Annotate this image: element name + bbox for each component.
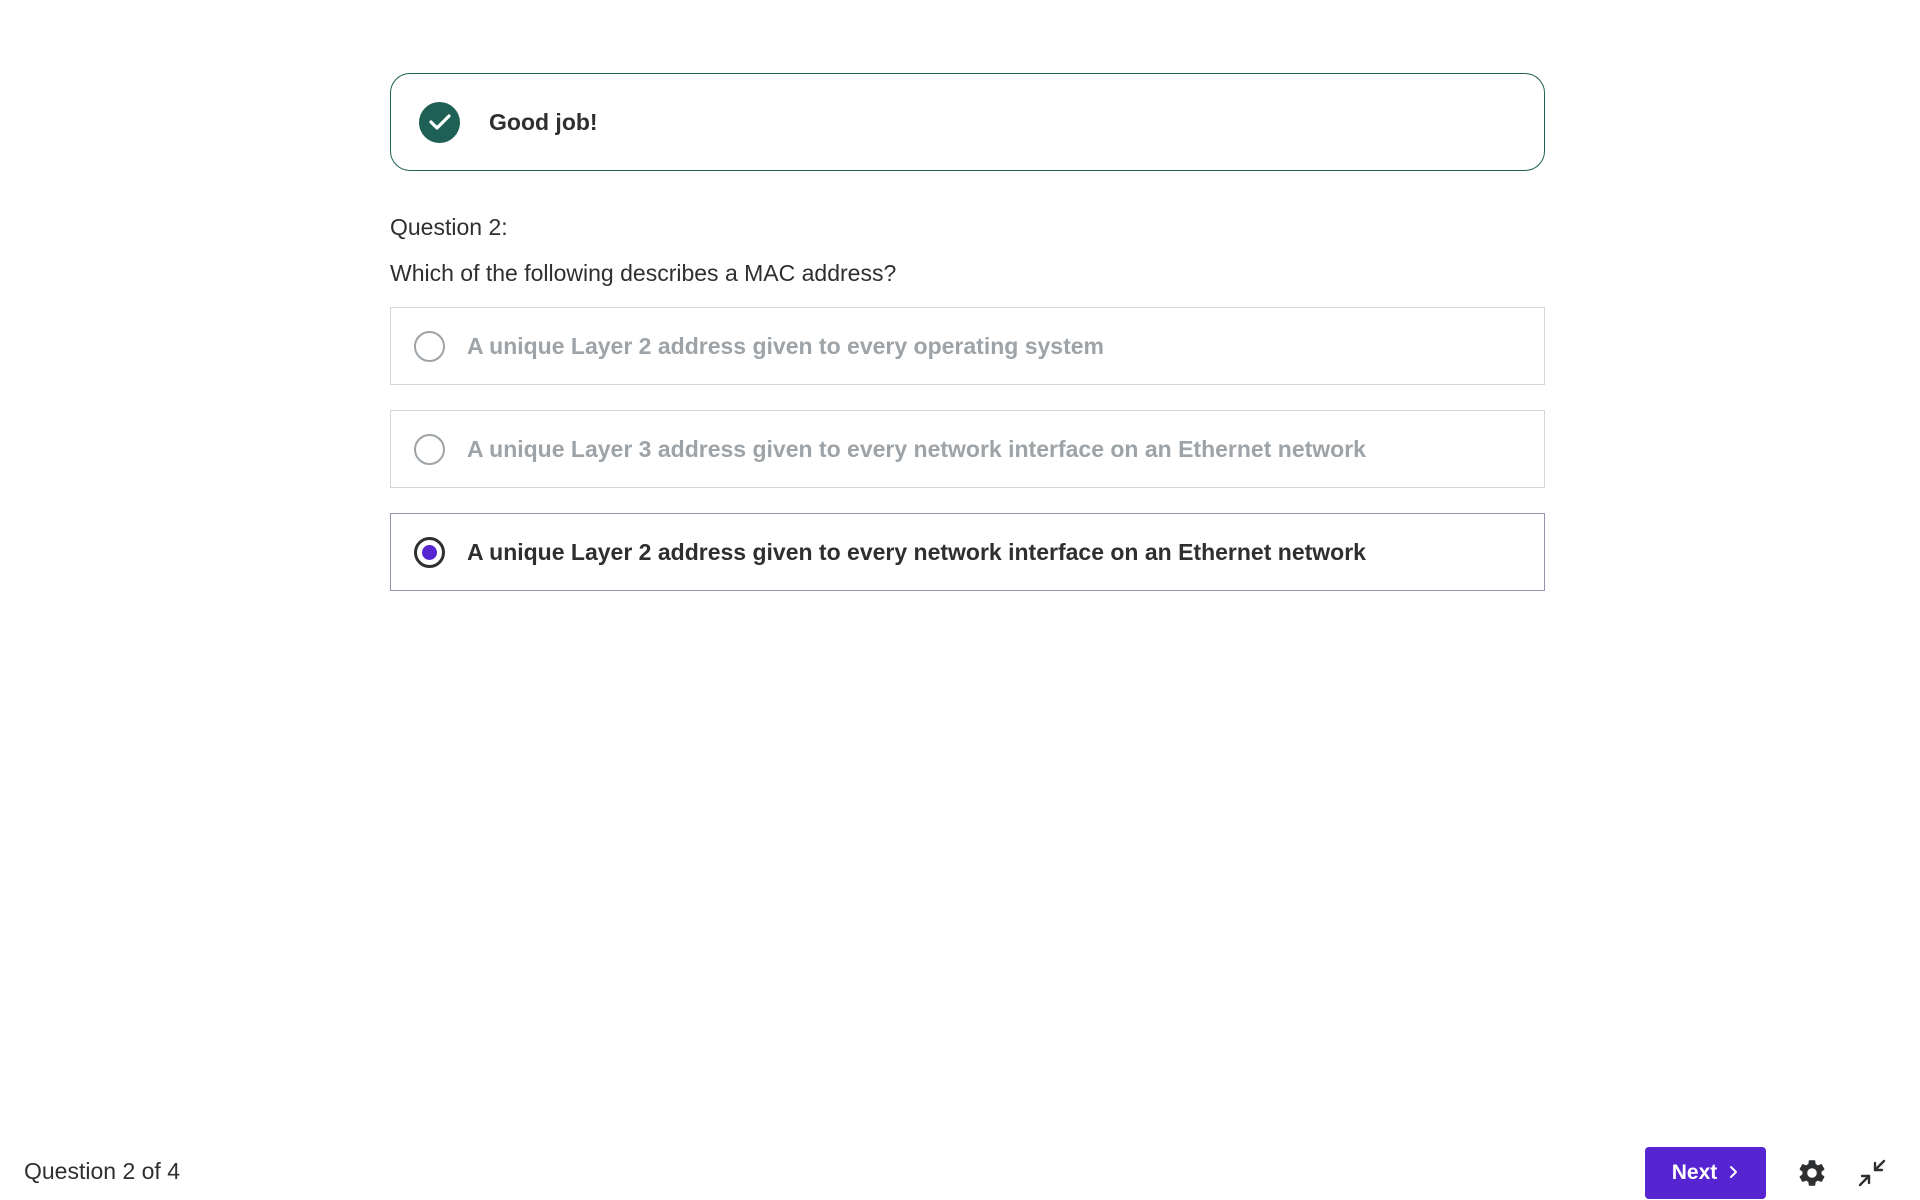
collapse-icon[interactable] [1854,1155,1890,1191]
next-button-label: Next [1671,1161,1718,1184]
feedback-banner: Good job! [390,73,1545,171]
answer-option-3[interactable]: A unique Layer 2 address given to every … [390,513,1545,591]
radio-button[interactable] [414,330,445,362]
radio-button[interactable] [414,433,445,465]
next-button[interactable]: Next [1645,1147,1766,1199]
answer-option-2[interactable]: A unique Layer 3 address given to every … [390,410,1545,488]
question-number: Question 2: [390,214,508,240]
radio-button-selected[interactable] [414,536,445,568]
question-text: Which of the following describes a MAC a… [390,260,897,286]
answer-option-label: A unique Layer 2 address given to every … [467,332,1104,359]
answer-option-label: A unique Layer 3 address given to every … [467,435,1366,462]
answer-options: A unique Layer 2 address given to every … [390,307,1545,591]
feedback-text: Good job! [489,108,598,135]
quiz-content: Good job! Question 2: Which of the follo… [390,73,1545,616]
answer-option-label: A unique Layer 2 address given to every … [467,538,1366,565]
check-circle-icon [419,101,460,143]
question-progress: Question 2 of 4 [24,1158,180,1184]
answer-option-1[interactable]: A unique Layer 2 address given to every … [390,307,1545,385]
gear-icon[interactable] [1794,1155,1830,1191]
radio-dot [422,544,437,560]
quiz-page: Good job! Question 2: Which of the follo… [0,0,1920,1200]
chevron-right-icon [1729,1161,1739,1185]
